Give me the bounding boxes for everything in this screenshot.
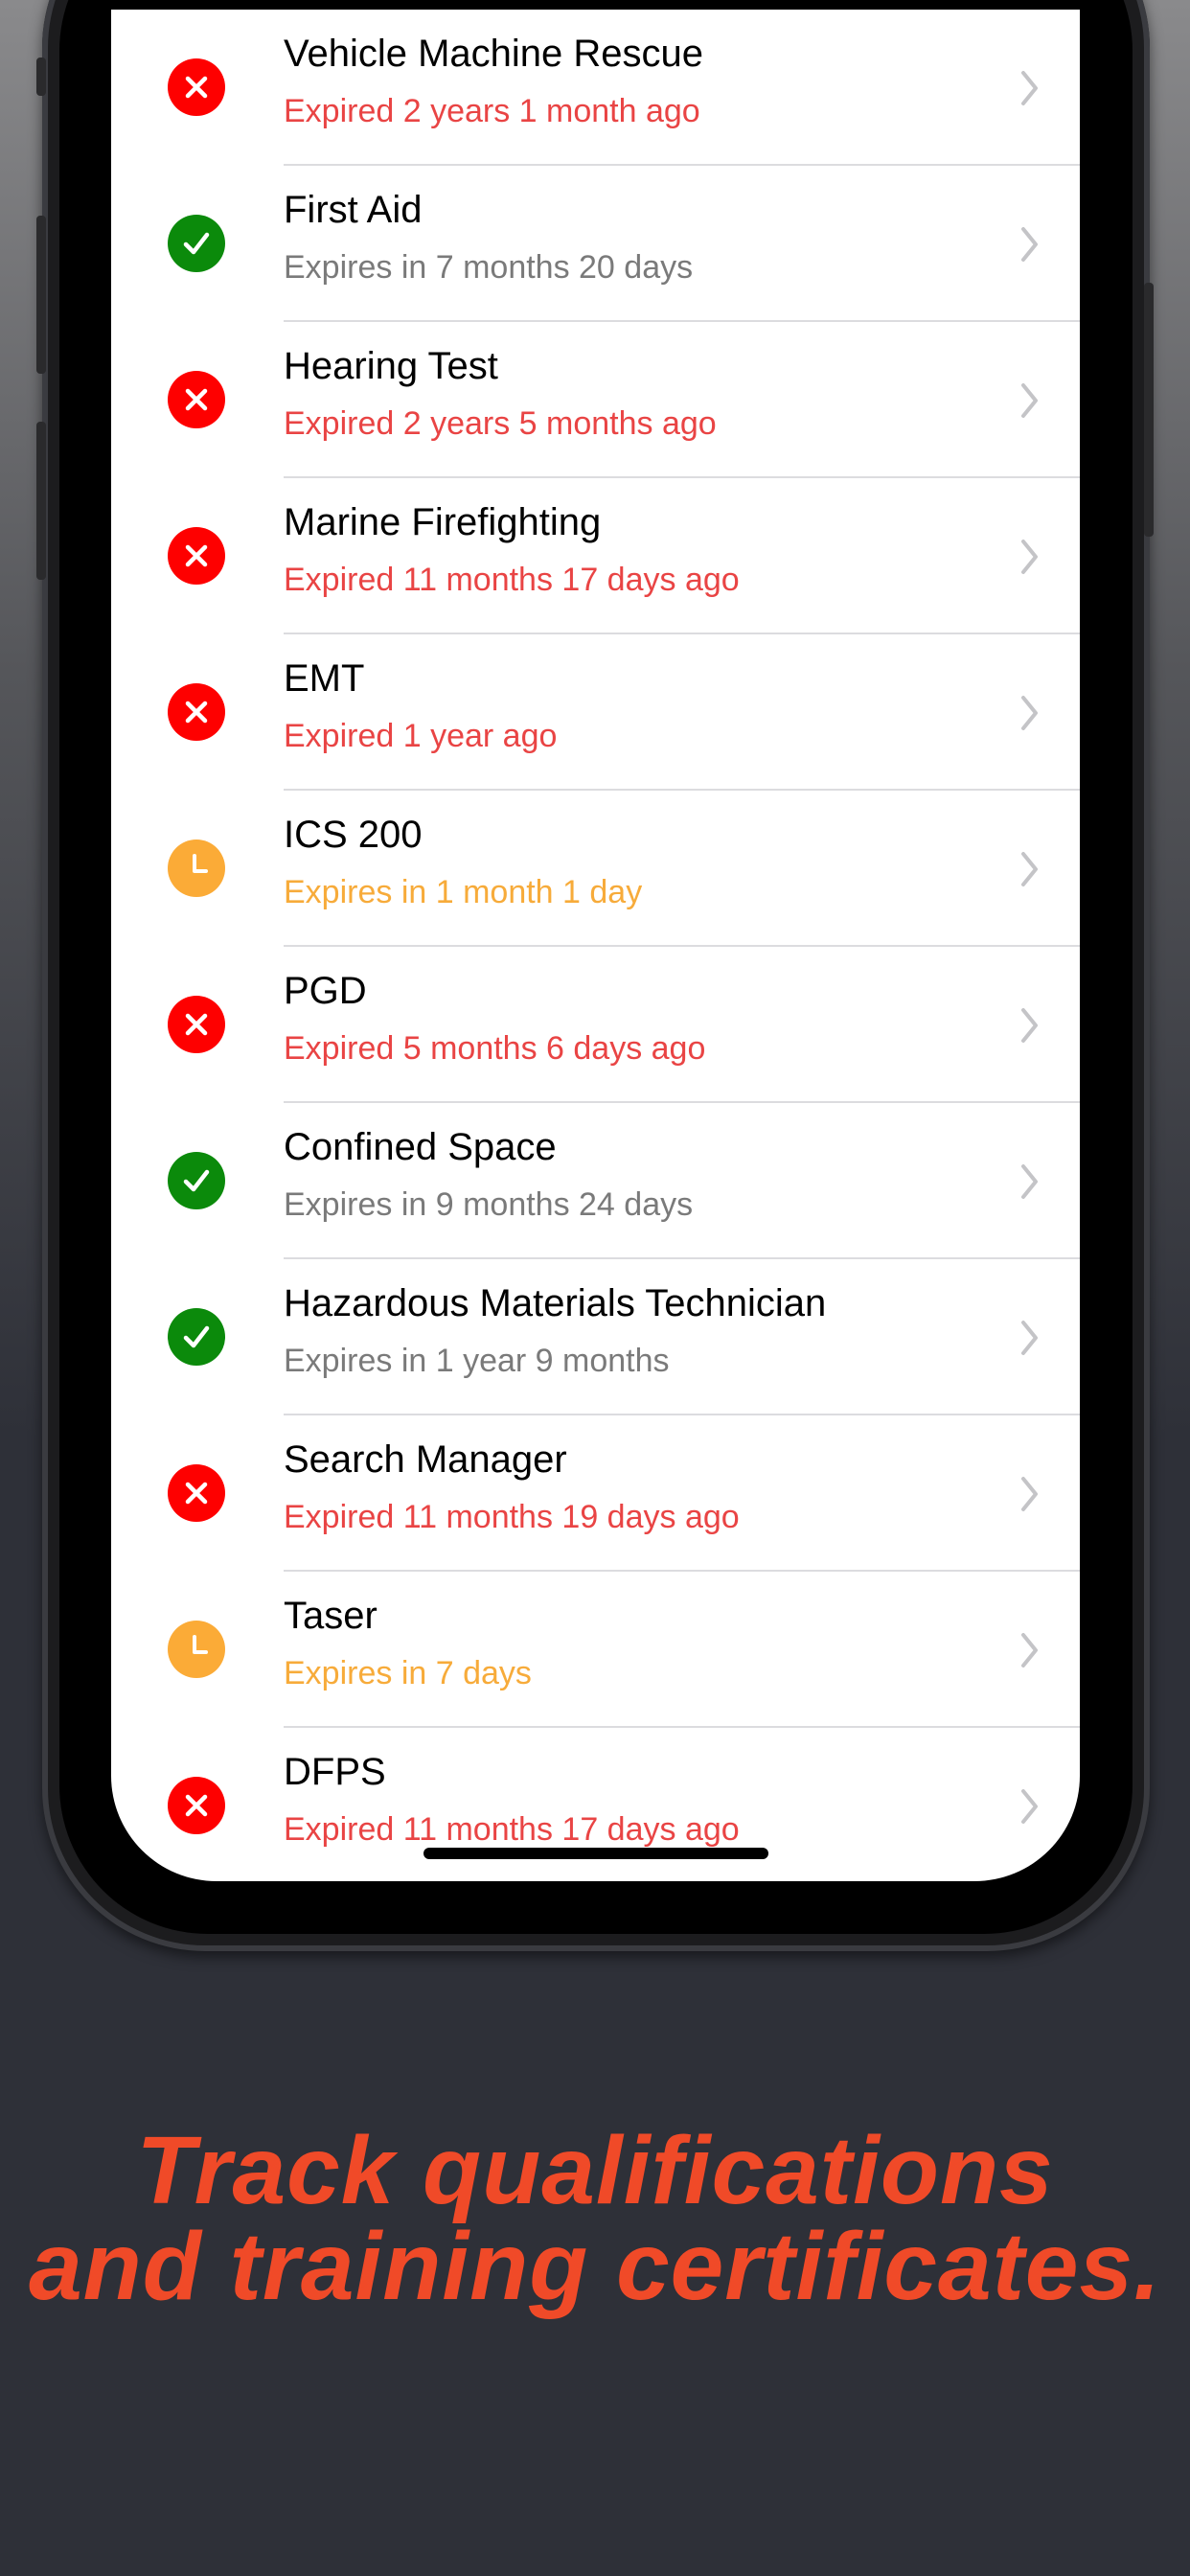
- item-title: PGD: [284, 970, 367, 1012]
- chevron-right-icon: [1021, 696, 1038, 730]
- list-item[interactable]: Taser Expires in 7 days: [111, 1572, 1080, 1728]
- marketing-caption: Track qualifications and training certif…: [0, 2123, 1190, 2314]
- list-item[interactable]: PGD Expired 5 months 6 days ago: [111, 947, 1080, 1103]
- item-subtitle: Expires in 1 month 1 day: [284, 874, 643, 910]
- item-subtitle: Expired 5 months 6 days ago: [284, 1030, 706, 1067]
- item-title: Hearing Test: [284, 345, 498, 387]
- item-title: Search Manager: [284, 1438, 567, 1481]
- chevron-right-icon: [1021, 1164, 1038, 1199]
- list-item[interactable]: Vehicle Machine Rescue Expired 2 years 1 …: [111, 10, 1080, 166]
- item-subtitle: Expired 2 years 1 month ago: [284, 93, 700, 129]
- x-circle-icon: [168, 371, 225, 428]
- chevron-right-icon: [1021, 1321, 1038, 1355]
- home-indicator[interactable]: [423, 1848, 768, 1859]
- chevron-right-icon: [1021, 227, 1038, 262]
- x-circle-icon: [168, 683, 225, 741]
- item-subtitle: Expired 11 months 17 days ago: [284, 1811, 740, 1848]
- volume-up-button: [36, 216, 46, 374]
- caption-line-2: and training certificates.: [29, 2213, 1161, 2320]
- chevron-right-icon: [1021, 1633, 1038, 1668]
- item-subtitle: Expires in 7 days: [284, 1655, 532, 1691]
- item-title: DFPS: [284, 1751, 386, 1793]
- checkmark-circle-icon: [168, 1308, 225, 1366]
- item-title: First Aid: [284, 189, 423, 231]
- list-item[interactable]: ICS 200 Expires in 1 month 1 day: [111, 791, 1080, 947]
- item-subtitle: Expires in 1 year 9 months: [284, 1343, 670, 1379]
- item-title: Vehicle Machine Rescue: [284, 33, 704, 75]
- clock-circle-icon: [168, 840, 225, 897]
- item-subtitle: Expired 11 months 19 days ago: [284, 1499, 740, 1535]
- item-title: ICS 200: [284, 814, 423, 856]
- clock-circle-icon: [168, 1621, 225, 1678]
- chevron-right-icon: [1021, 1008, 1038, 1043]
- x-circle-icon: [168, 1464, 225, 1522]
- item-title: Hazardous Materials Technician: [284, 1282, 827, 1324]
- chevron-right-icon: [1021, 383, 1038, 418]
- power-button: [1144, 283, 1154, 537]
- qualifications-list: Vehicle Machine Rescue Expired 2 years 1 …: [111, 10, 1080, 1881]
- x-circle-icon: [168, 996, 225, 1053]
- item-subtitle: Expired 11 months 17 days ago: [284, 562, 740, 598]
- item-subtitle: Expired 1 year ago: [284, 718, 558, 754]
- list-item[interactable]: Marine Firefighting Expired 11 months 17 …: [111, 478, 1080, 634]
- item-title: Marine Firefighting: [284, 501, 602, 543]
- item-subtitle: Expires in 9 months 24 days: [284, 1186, 694, 1223]
- checkmark-circle-icon: [168, 215, 225, 272]
- list-item[interactable]: EMT Expired 1 year ago: [111, 634, 1080, 791]
- list-item[interactable]: First Aid Expires in 7 months 20 days: [111, 166, 1080, 322]
- item-subtitle: Expires in 7 months 20 days: [284, 249, 694, 286]
- volume-down-button: [36, 422, 46, 580]
- x-circle-icon: [168, 527, 225, 585]
- chevron-right-icon: [1021, 71, 1038, 105]
- item-title: Confined Space: [284, 1126, 557, 1168]
- chevron-right-icon: [1021, 1789, 1038, 1824]
- x-circle-icon: [168, 58, 225, 116]
- list-item[interactable]: Confined Space Expires in 9 months 24 day…: [111, 1103, 1080, 1259]
- list-item[interactable]: Search Manager Expired 11 months 19 days …: [111, 1415, 1080, 1572]
- chevron-right-icon: [1021, 1477, 1038, 1511]
- item-subtitle: Expired 2 years 5 months ago: [284, 405, 717, 442]
- list-item[interactable]: Hearing Test Expired 2 years 5 months ago: [111, 322, 1080, 478]
- checkmark-circle-icon: [168, 1152, 225, 1209]
- chevron-right-icon: [1021, 852, 1038, 886]
- x-circle-icon: [168, 1777, 225, 1834]
- caption-line-1: Track qualifications: [136, 2117, 1054, 2224]
- item-title: EMT: [284, 657, 365, 700]
- chevron-right-icon: [1021, 540, 1038, 574]
- item-title: Taser: [284, 1595, 378, 1637]
- list-item[interactable]: Hazardous Materials Technician Expires in…: [111, 1259, 1080, 1415]
- side-button: [36, 58, 46, 96]
